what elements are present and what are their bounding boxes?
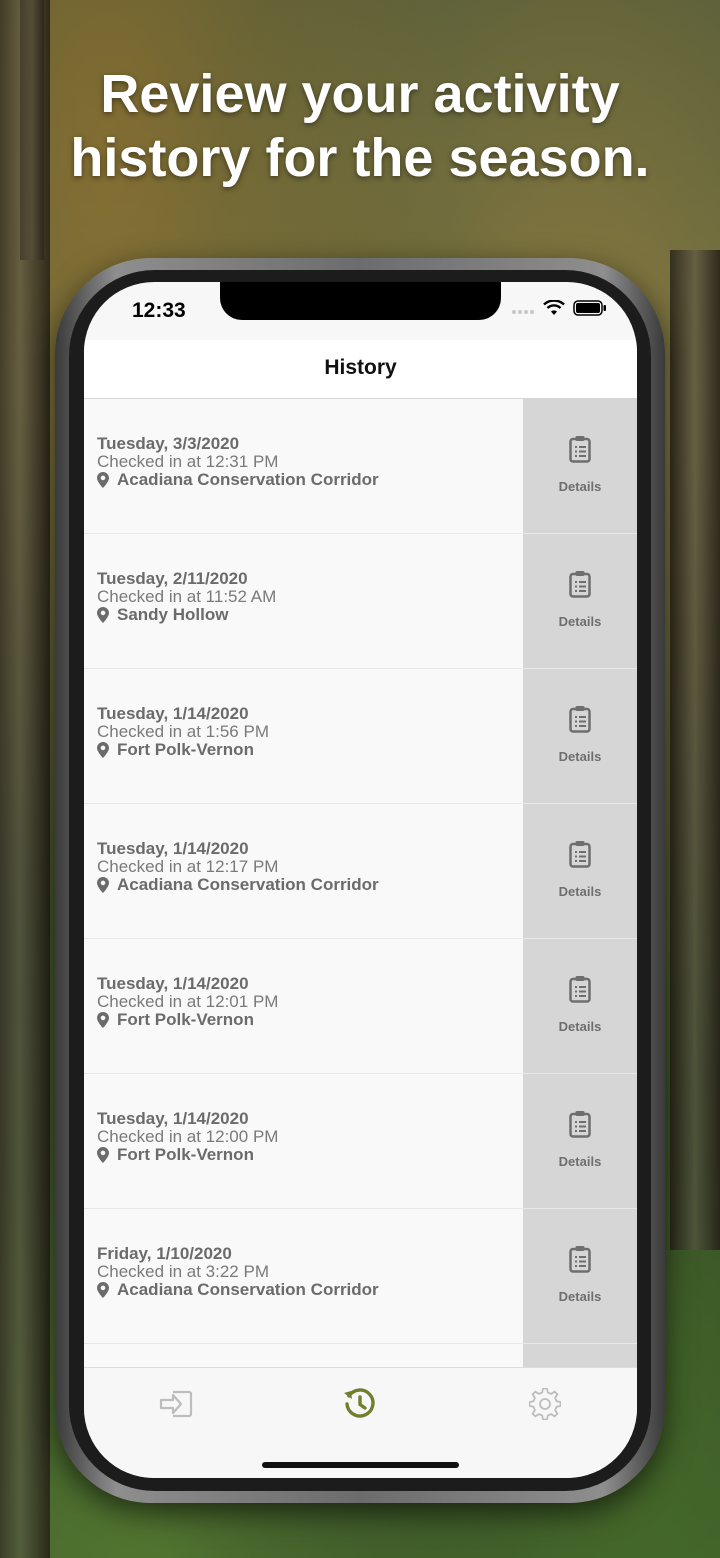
details-button[interactable]: Details [523, 534, 637, 668]
location-name: Sandy Hollow [117, 605, 229, 624]
tab-history[interactable] [340, 1384, 380, 1424]
row-content: Tuesday, 1/14/2020 Checked in at 1:56 PM… [97, 705, 269, 759]
phone-screen: 12:33 History Tuesday, 3/3/2020 Checked … [84, 282, 637, 1478]
clipboard-icon [569, 976, 591, 1003]
details-label: Details [558, 749, 602, 764]
location-pin-icon [97, 1281, 109, 1298]
row-content: Tuesday, 2/11/2020 Checked in at 11:52 A… [97, 570, 276, 624]
promo-headline: Review your activity history for the sea… [0, 62, 720, 190]
details-label: Details [558, 884, 602, 899]
checkin-date: Tuesday, 2/11/2020 [97, 569, 248, 588]
clipboard-icon [569, 1111, 591, 1138]
list-item[interactable]: Tuesday, 3/3/2020 Checked in at 12:31 PM… [84, 399, 637, 534]
battery-icon [573, 300, 607, 321]
page-title: History [324, 356, 397, 379]
details-button[interactable]: Details [523, 804, 637, 938]
location-pin-icon [97, 1146, 109, 1163]
checkin-location: Acadiana Conservation Corridor [97, 1280, 379, 1299]
list-item[interactable]: Tuesday, 1/14/2020 Checked in at 12:00 P… [84, 1074, 637, 1209]
list-item[interactable]: Friday, 1/10/2020 Checked in at 3:22 PM … [84, 1209, 637, 1344]
details-button[interactable]: Details [523, 939, 637, 1073]
checkin-date: Tuesday, 3/3/2020 [97, 434, 240, 453]
checkin-time: Checked in at 1:56 PM [97, 722, 269, 741]
status-time: 12:33 [132, 299, 186, 322]
location-pin-icon [97, 876, 109, 893]
location-pin-icon [97, 606, 109, 623]
check-in-icon [159, 1390, 193, 1418]
location-pin-icon [97, 471, 109, 488]
checkin-location: Sandy Hollow [97, 605, 276, 624]
headline-line-1: Review your activity [100, 64, 620, 124]
checkin-location: Fort Polk-Vernon [97, 740, 269, 759]
history-icon [344, 1388, 375, 1418]
location-name: Acadiana Conservation Corridor [117, 875, 379, 894]
tab-check-in[interactable] [156, 1384, 196, 1424]
details-label: Details [558, 1019, 602, 1034]
list-item[interactable]: Tuesday, 1/14/2020 Checked in at 1:56 PM… [84, 669, 637, 804]
checkin-location: Acadiana Conservation Corridor [97, 470, 379, 489]
location-name: Fort Polk-Vernon [117, 740, 254, 759]
checkin-date: Tuesday, 1/14/2020 [97, 704, 249, 723]
location-name: Fort Polk-Vernon [117, 1010, 254, 1029]
checkin-date: Tuesday, 1/14/2020 [97, 1109, 249, 1128]
clipboard-icon [569, 436, 591, 463]
gear-icon [529, 1388, 561, 1420]
list-item[interactable]: Tuesday, 1/14/2020 Checked in at 12:01 P… [84, 939, 637, 1074]
details-label: Details [558, 614, 602, 629]
clipboard-icon [569, 571, 591, 598]
home-indicator [262, 1462, 459, 1468]
checkin-location: Fort Polk-Vernon [97, 1145, 278, 1164]
row-content: Tuesday, 3/3/2020 Checked in at 12:31 PM… [97, 435, 379, 489]
signal-icon [511, 302, 535, 320]
details-button[interactable]: Details [523, 1074, 637, 1208]
navigation-bar: History [84, 340, 637, 399]
location-name: Acadiana Conservation Corridor [117, 470, 379, 489]
details-label: Details [558, 1289, 602, 1304]
details-button[interactable]: Details [523, 399, 637, 533]
history-list: Tuesday, 3/3/2020 Checked in at 12:31 PM… [84, 399, 637, 1384]
row-content: Friday, 1/10/2020 Checked in at 3:22 PM … [97, 1245, 379, 1299]
background-tree [670, 250, 720, 1250]
list-item[interactable]: Tuesday, 1/14/2020 Checked in at 12:17 P… [84, 804, 637, 939]
details-button[interactable]: Details [523, 669, 637, 803]
checkin-time: Checked in at 11:52 AM [97, 587, 277, 606]
checkin-time: Checked in at 12:00 PM [97, 1127, 279, 1146]
tab-settings[interactable] [525, 1384, 565, 1424]
checkin-date: Friday, 1/10/2020 [97, 1244, 232, 1263]
list-item[interactable]: Tuesday, 2/11/2020 Checked in at 11:52 A… [84, 534, 637, 669]
details-label: Details [558, 1154, 602, 1169]
row-content: Tuesday, 1/14/2020 Checked in at 12:00 P… [97, 1110, 278, 1164]
headline-line-2: history for the season. [70, 128, 650, 188]
location-pin-icon [97, 741, 109, 758]
row-content: Tuesday, 1/14/2020 Checked in at 12:01 P… [97, 975, 278, 1029]
checkin-time: Checked in at 3:22 PM [97, 1262, 269, 1281]
checkin-time: Checked in at 12:01 PM [97, 992, 279, 1011]
clipboard-icon [569, 841, 591, 868]
checkin-time: Checked in at 12:17 PM [97, 857, 279, 876]
details-label: Details [558, 479, 602, 494]
checkin-location: Fort Polk-Vernon [97, 1010, 278, 1029]
location-name: Fort Polk-Vernon [117, 1145, 254, 1164]
row-content: Tuesday, 1/14/2020 Checked in at 12:17 P… [97, 840, 379, 894]
checkin-date: Tuesday, 1/14/2020 [97, 839, 249, 858]
checkin-location: Acadiana Conservation Corridor [97, 875, 379, 894]
wifi-icon [543, 299, 565, 321]
location-pin-icon [97, 1011, 109, 1028]
status-icons [511, 299, 607, 321]
details-button[interactable]: Details [523, 1209, 637, 1343]
checkin-date: Tuesday, 1/14/2020 [97, 974, 249, 993]
phone-notch [220, 282, 501, 320]
location-name: Acadiana Conservation Corridor [117, 1280, 379, 1299]
clipboard-icon [569, 1246, 591, 1273]
clipboard-icon [569, 706, 591, 733]
checkin-time: Checked in at 12:31 PM [97, 452, 279, 471]
